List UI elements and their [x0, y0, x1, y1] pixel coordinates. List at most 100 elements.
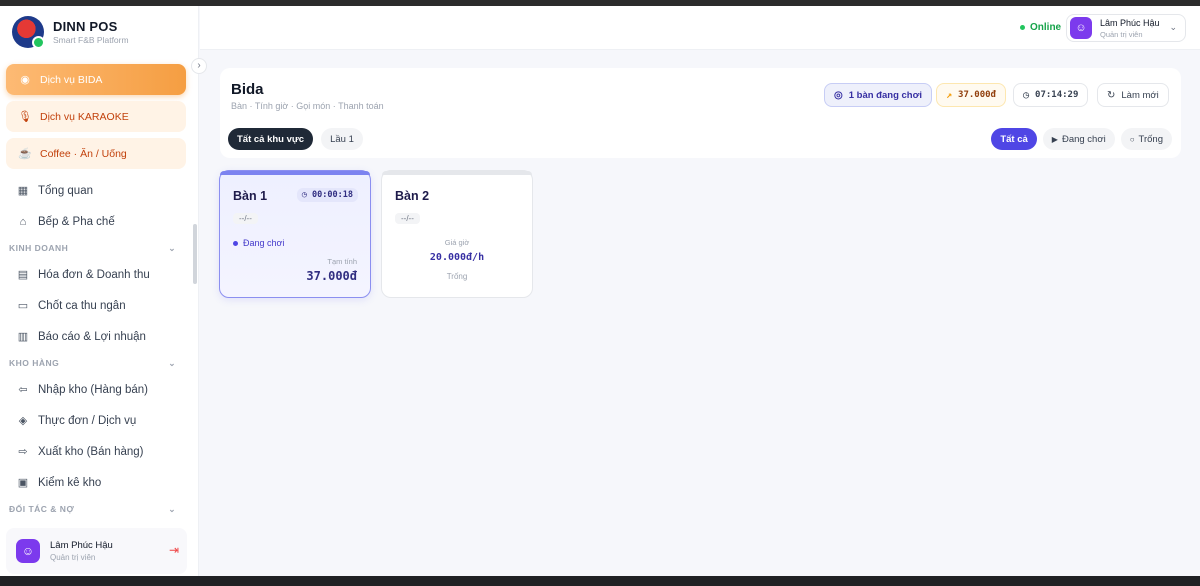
brand-title: DINN POS [53, 19, 118, 34]
import-icon: ⇦ [18, 384, 28, 396]
microphone-icon: 🎙 [18, 111, 32, 123]
sidebar-item-menu[interactable]: ◈ Thực đơn / Dịch vụ [0, 405, 192, 436]
sidebar-item-label: Thực đơn / Dịch vụ [38, 414, 137, 427]
brand-subtitle: Smart F&B Platform [53, 35, 129, 45]
status-filter-label: Đang chơi [1061, 133, 1106, 145]
sidebar-item-label: Kiểm kê kho [38, 476, 102, 489]
table-status: Trống [446, 272, 468, 281]
logout-icon[interactable]: ⇥ [169, 543, 179, 557]
target-icon: ◎ [834, 89, 843, 101]
area-filter-floor-1[interactable]: Lầu 1 [321, 128, 363, 150]
sidebar-item-karaoke[interactable]: 🎙 Dịch vụ KARAOKE [6, 101, 186, 132]
section-title: KINH DOANH [9, 243, 69, 253]
user-name: Lâm Phúc Hậu [1100, 17, 1160, 28]
area-filter: Tất cả khu vực Lầu 1 [228, 128, 371, 150]
online-status: Online [1020, 22, 1061, 33]
table-status: Đang chơi [233, 238, 284, 248]
section-partners[interactable]: ĐỐI TÁC & NỢ ⌄ [0, 498, 192, 520]
export-icon: ⇨ [18, 446, 28, 458]
page-title: Bida [231, 81, 264, 98]
table-card-1[interactable]: Bàn 1 ◷ 00:00:18 --/-- Đang chơi Tạm tín… [219, 170, 371, 298]
table-placeholder: --/-- [395, 213, 420, 224]
page-subtitle: Bàn · Tính giờ · Gọi món · Thanh toán [231, 101, 384, 111]
register-icon: ▭ [17, 300, 29, 312]
sidebar-item-label: Dịch vụ BIDA [40, 73, 103, 86]
table-card-2[interactable]: Bàn 2 --/-- Giá giờ 20.000đ/h Trống [381, 170, 533, 298]
price-value: 20.000đ/h [429, 252, 485, 263]
sidebar-item-kitchen[interactable]: ⌂ Bếp & Pha chế [0, 206, 192, 237]
sidebar-item-label: Xuất kho (Bán hàng) [38, 445, 144, 458]
chevron-right-icon[interactable]: › [191, 58, 207, 74]
section-title: KHO HÀNG [9, 358, 60, 368]
status-filter: Tất cả ▶ Đang chơi ○ Trống [985, 128, 1172, 150]
avatar: ☺ [16, 539, 40, 563]
sidebar-nav: ◉ Dịch vụ BIDA 🎙 Dịch vụ KARAOKE ☕ Coffe… [0, 64, 192, 520]
table-timer-value: 00:00:18 [312, 190, 353, 200]
section-title: ĐỐI TÁC & NỢ [9, 504, 75, 514]
user-role: Quản trị viên [1100, 29, 1143, 39]
status-filter-label: Trống [1138, 133, 1163, 145]
billiard-icon: ◉ [20, 74, 30, 86]
section-warehouse[interactable]: KHO HÀNG ⌄ [0, 352, 192, 374]
sidebar-scrollbar[interactable] [193, 224, 197, 284]
sidebar-item-label: Dịch vụ KARAOKE [40, 110, 129, 123]
table-timer: ◷ 00:00:18 [296, 188, 358, 202]
sidebar-item-label: Nhập kho (Hàng bán) [38, 383, 148, 396]
status-filter-playing[interactable]: ▶ Đang chơi [1042, 128, 1115, 150]
logo-icon [12, 16, 45, 49]
sidebar-item-overview[interactable]: ▦ Tổng quan [0, 175, 192, 206]
sidebar-item-stock-import[interactable]: ⇦ Nhập kho (Hàng bán) [0, 374, 192, 405]
invoice-icon: ▤ [17, 269, 29, 281]
playing-count-label: 1 bàn đang chơi [848, 89, 922, 101]
trend-up-icon: ↗ [946, 89, 953, 101]
clock-icon: ◷ [301, 190, 307, 200]
sidebar-item-coffee[interactable]: ☕ Coffee · Ăn / Uống [6, 138, 186, 169]
playing-count-badge: ◎ 1 bàn đang chơi [824, 83, 932, 107]
sidebar: DINN POS Smart F&B Platform ◉ Dịch vụ BI… [0, 6, 199, 576]
chevron-down-icon: ⌄ [168, 503, 176, 514]
clipboard-icon: ▣ [17, 477, 29, 489]
sidebar-item-label: Bếp & Pha chế [38, 215, 115, 228]
sidebar-item-inventory[interactable]: ▣ Kiểm kê kho [0, 467, 192, 498]
sidebar-item-shift-close[interactable]: ▭ Chốt ca thu ngân [0, 290, 192, 321]
dashboard-icon: ▦ [17, 185, 29, 197]
avatar: ☺ [1070, 17, 1092, 39]
user-role: Quản trị viên [50, 553, 96, 562]
status-filter-free[interactable]: ○ Trống [1120, 128, 1172, 150]
price-label: Giá giờ [444, 238, 470, 247]
refresh-button[interactable]: ↻ Làm mới [1097, 83, 1169, 107]
header-user-menu[interactable]: ☺ Lâm Phúc Hậu Quản trị viên ⌄ [1066, 14, 1186, 42]
chart-icon: ▥ [17, 331, 29, 343]
section-business[interactable]: KINH DOANH ⌄ [0, 237, 192, 259]
sidebar-item-bida[interactable]: ◉ Dịch vụ BIDA [6, 64, 186, 95]
brand[interactable]: DINN POS Smart F&B Platform [12, 16, 129, 49]
chevron-down-icon: ⌄ [168, 357, 176, 368]
play-icon: ▶ [1051, 134, 1058, 144]
area-filter-all[interactable]: Tất cả khu vực [228, 128, 314, 150]
estimate-label: Tạm tính [327, 257, 357, 266]
refresh-label: Làm mới [1121, 89, 1159, 101]
clock-badge: ◷ 07:14:29 [1013, 83, 1089, 107]
box-icon: ◈ [18, 415, 28, 427]
coffee-icon: ☕ [18, 148, 32, 160]
sidebar-item-label: Coffee · Ăn / Uống [40, 147, 127, 160]
user-name: Lâm Phúc Hậu [50, 540, 113, 551]
taskbar [0, 576, 1200, 586]
status-filter-all[interactable]: Tất cả [991, 128, 1037, 150]
sidebar-item-label: Báo cáo & Lợi nhuận [38, 330, 146, 343]
sidebar-item-reports[interactable]: ▥ Báo cáo & Lợi nhuận [0, 321, 192, 352]
chef-icon: ⌂ [19, 215, 27, 228]
revenue-value: 37.000đ [958, 90, 996, 100]
sidebar-user-card[interactable]: ☺ Lâm Phúc Hậu Quản trị viên ⇥ [6, 528, 187, 574]
sidebar-item-stock-export[interactable]: ⇨ Xuất kho (Bán hàng) [0, 436, 192, 467]
sidebar-item-invoices[interactable]: ▤ Hóa đơn & Doanh thu [0, 259, 192, 290]
chevron-down-icon: ⌄ [168, 242, 176, 253]
bida-panel: Bida Bàn · Tính giờ · Gọi món · Thanh to… [220, 68, 1181, 158]
card-accent-bar [382, 171, 532, 175]
estimate-value: 37.000đ [306, 269, 357, 283]
clock-icon: ◷ [1023, 89, 1030, 101]
circle-icon: ○ [1129, 134, 1135, 144]
sidebar-item-label: Chốt ca thu ngân [38, 299, 126, 312]
clock-value: 07:14:29 [1035, 90, 1079, 100]
sidebar-item-label: Tổng quan [38, 184, 93, 197]
